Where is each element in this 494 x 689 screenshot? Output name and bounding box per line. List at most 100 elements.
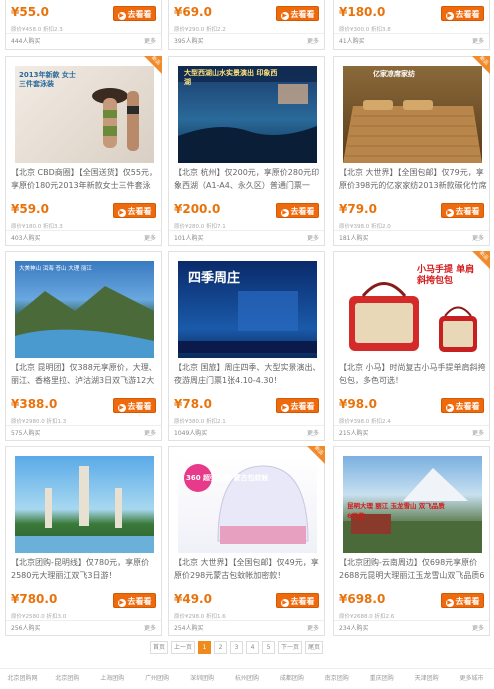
city-link[interactable]: 北京团购 <box>45 669 90 688</box>
go-see-button[interactable]: ▶ 去看看 <box>113 6 156 21</box>
product-card[interactable]: 大美神山 洱海 苍山 大理 丽江 【北京 昆明团】仅388元享原价，大理、丽江、… <box>5 251 162 441</box>
go-see-button[interactable]: ▶ 去看看 <box>441 6 484 21</box>
price-meta: 原价¥290.0 折扣2.2 <box>174 27 226 33</box>
price: ¥49.0 <box>174 592 212 606</box>
card-footer: 41人购买 更多 <box>334 33 489 49</box>
product-card[interactable]: 360 超强防蚊 蒙古包蚊帐 【北京 大世界】【全国包邮】仅49元，享原价298… <box>168 446 325 636</box>
price-meta: 原价¥298.0 折扣1.6 <box>174 614 226 620</box>
product-description[interactable]: 【北京团购-昆明线】仅780元，享原价2580元大理丽江双飞3日游！ <box>11 557 159 583</box>
go-see-button[interactable]: ▶ 去看看 <box>113 398 156 413</box>
price-meta: 原价¥2980.0 折扣1.3 <box>11 419 67 425</box>
product-card[interactable]: 小马手提 单肩斜挎包包 【北京 小马】时尚复古小马手提单肩斜挎包包，多色可选！ … <box>333 251 490 441</box>
go-see-button[interactable]: ▶ 去看看 <box>276 593 319 608</box>
more-link[interactable]: 更多 <box>472 34 484 50</box>
product-card[interactable]: ¥69.0 ▶ 去看看 原价¥290.0 折扣2.2 395人购买 更多 <box>168 0 325 50</box>
more-link[interactable]: 更多 <box>472 231 484 247</box>
product-description[interactable]: 【北京 昆明团】仅388元享原价，大理、丽江、香格里拉、泸沽湖3日双飞游12大人… <box>11 362 159 388</box>
page-prev[interactable]: 上一页 <box>171 641 196 654</box>
product-image[interactable]: 小马手提 单肩斜挎包包 <box>343 261 482 358</box>
city-link[interactable]: 天津团购 <box>404 669 449 688</box>
product-image[interactable]: 360 超强防蚊 蒙古包蚊帐 <box>178 456 317 553</box>
more-link[interactable]: 更多 <box>472 621 484 637</box>
price: ¥59.0 <box>11 202 49 216</box>
page-2[interactable]: 2 <box>214 641 228 654</box>
card-footer: 444人购买 更多 <box>6 33 161 49</box>
product-card[interactable]: ¥55.0 ▶ 去看看 原价¥458.0 折扣2.3 444人购买 更多 <box>5 0 162 50</box>
page-next[interactable]: 下一页 <box>278 641 303 654</box>
image-caption: 大美神山 洱海 苍山 大理 丽江 <box>19 266 92 272</box>
more-link[interactable]: 更多 <box>307 231 319 247</box>
card-footer: 395人购买 更多 <box>169 33 324 49</box>
card-footer: 575人购买 更多 <box>6 425 161 441</box>
sold-count: 403人购买 <box>11 235 41 242</box>
price: ¥698.0 <box>339 592 386 606</box>
city-link[interactable]: 重庆团购 <box>359 669 404 688</box>
city-link[interactable]: 杭州团购 <box>225 669 270 688</box>
product-image[interactable]: 大型西湖山水实景演出 印象西湖 <box>178 66 317 163</box>
product-card[interactable]: 四季周庄 【北京 国旅】周庄四季、大型实景演出、夜游周庄门票1张4.10-4.3… <box>168 251 325 441</box>
page-4[interactable]: 4 <box>246 641 260 654</box>
price: ¥200.0 <box>174 202 221 216</box>
price-meta: 原价¥398.0 折扣2.0 <box>339 224 391 230</box>
go-see-button[interactable]: ▶ 去看看 <box>113 593 156 608</box>
sold-count: 41人购买 <box>339 38 365 45</box>
city-link[interactable]: 成都团购 <box>269 669 314 688</box>
product-image[interactable]: 亿家凉席家纺 <box>343 66 482 163</box>
product-description[interactable]: 【北京 杭州】仅200元，享原价280元印象西湖（A1-A4、永久区）普通门票一… <box>174 167 322 193</box>
more-link[interactable]: 更多 <box>307 34 319 50</box>
new-badge: 新品 <box>472 251 490 269</box>
image-caption: 2013年新款 女士三件套泳装 <box>19 71 76 88</box>
product-card[interactable]: 亿家凉席家纺 【北京 大世界】【全国包邮】仅79元，享原价398元的亿家家纺20… <box>333 56 490 246</box>
product-card[interactable]: 【北京团购-昆明线】仅780元，享原价2580元大理丽江双飞3日游！ ¥780.… <box>5 446 162 636</box>
product-card[interactable]: 大型西湖山水实景演出 印象西湖 【北京 杭州】仅200元，享原价280元印象西湖… <box>168 56 325 246</box>
city-link[interactable]: 北京团购网 <box>0 669 45 688</box>
city-link[interactable]: 上海团购 <box>90 669 135 688</box>
go-see-button[interactable]: ▶ 去看看 <box>276 398 319 413</box>
go-see-button[interactable]: ▶ 去看看 <box>276 6 319 21</box>
more-link[interactable]: 更多 <box>307 426 319 442</box>
more-link[interactable]: 更多 <box>307 621 319 637</box>
go-see-button[interactable]: ▶ 去看看 <box>276 203 319 218</box>
page-first[interactable]: 首页 <box>150 641 169 654</box>
card-footer: 234人购买 更多 <box>334 620 489 636</box>
page-3[interactable]: 3 <box>230 641 244 654</box>
product-image[interactable]: 四季周庄 <box>178 261 317 358</box>
bamboo-mat-photo <box>343 100 482 163</box>
go-see-button[interactable]: ▶ 去看看 <box>441 398 484 413</box>
price: ¥780.0 <box>11 592 58 606</box>
product-description[interactable]: 【北京 小马】时尚复古小马手提单肩斜挎包包，多色可选！ <box>339 362 487 388</box>
go-see-button[interactable]: ▶ 去看看 <box>113 203 156 218</box>
product-image[interactable] <box>15 456 154 553</box>
product-card[interactable]: ¥180.0 ▶ 去看看 原价¥300.0 折扣3.8 41人购买 更多 <box>333 0 490 50</box>
image-caption: 小马手提 单肩斜挎包包 <box>417 265 475 286</box>
product-description[interactable]: 【北京 国旅】周庄四季、大型实景演出、夜游周庄门票1张4.10-4.30！ <box>174 362 322 388</box>
city-link[interactable]: 深圳团购 <box>180 669 225 688</box>
more-link[interactable]: 更多 <box>144 34 156 50</box>
product-image[interactable]: 大美神山 洱海 苍山 大理 丽江 <box>15 261 154 358</box>
city-link[interactable]: 更多城市 <box>449 669 494 688</box>
city-link[interactable]: 广州团购 <box>135 669 180 688</box>
sold-count: 1049人购买 <box>174 430 208 437</box>
more-link[interactable]: 更多 <box>472 426 484 442</box>
product-card[interactable]: 昆明大理 丽江 玉龙雪山 双飞品质6日游 【北京团购-云南周边】仅698元享原价… <box>333 446 490 636</box>
page-last[interactable]: 尾页 <box>305 641 324 654</box>
arrow-icon: ▶ <box>280 599 289 607</box>
page-1[interactable]: 1 <box>198 641 212 654</box>
product-description[interactable]: 【北京 CBD商圈】【全国送货】仅55元，享原价180元2013年新款女士三件套… <box>11 167 159 193</box>
arrow-icon: ▶ <box>117 599 126 607</box>
city-link[interactable]: 南京团购 <box>314 669 359 688</box>
more-link[interactable]: 更多 <box>144 426 156 442</box>
sold-count: 181人购买 <box>339 235 369 242</box>
product-description[interactable]: 【北京 大世界】【全国包邮】仅49元，享原价298元蒙古包蚊帐加密款！ <box>174 557 322 583</box>
product-card[interactable]: 2013年新款 女士三件套泳装 【北京 CBD商圈】【全国送货】仅55元，享原价… <box>5 56 162 246</box>
more-link[interactable]: 更多 <box>144 621 156 637</box>
product-description[interactable]: 【北京 大世界】【全国包邮】仅79元，享原价398元的亿家家纺2013新款碳化竹… <box>339 167 487 193</box>
product-image[interactable]: 2013年新款 女士三件套泳装 <box>15 66 154 163</box>
product-image[interactable]: 昆明大理 丽江 玉龙雪山 双飞品质6日游 <box>343 456 482 553</box>
card-footer: 101人购买 更多 <box>169 230 324 246</box>
page-5[interactable]: 5 <box>262 641 276 654</box>
product-description[interactable]: 【北京团购-云南周边】仅698元享原价2688元昆明大理丽江玉龙雪山双飞品质6日… <box>339 557 487 583</box>
more-link[interactable]: 更多 <box>144 231 156 247</box>
go-see-button[interactable]: ▶ 去看看 <box>441 593 484 608</box>
go-see-button[interactable]: ▶ 去看看 <box>441 203 484 218</box>
